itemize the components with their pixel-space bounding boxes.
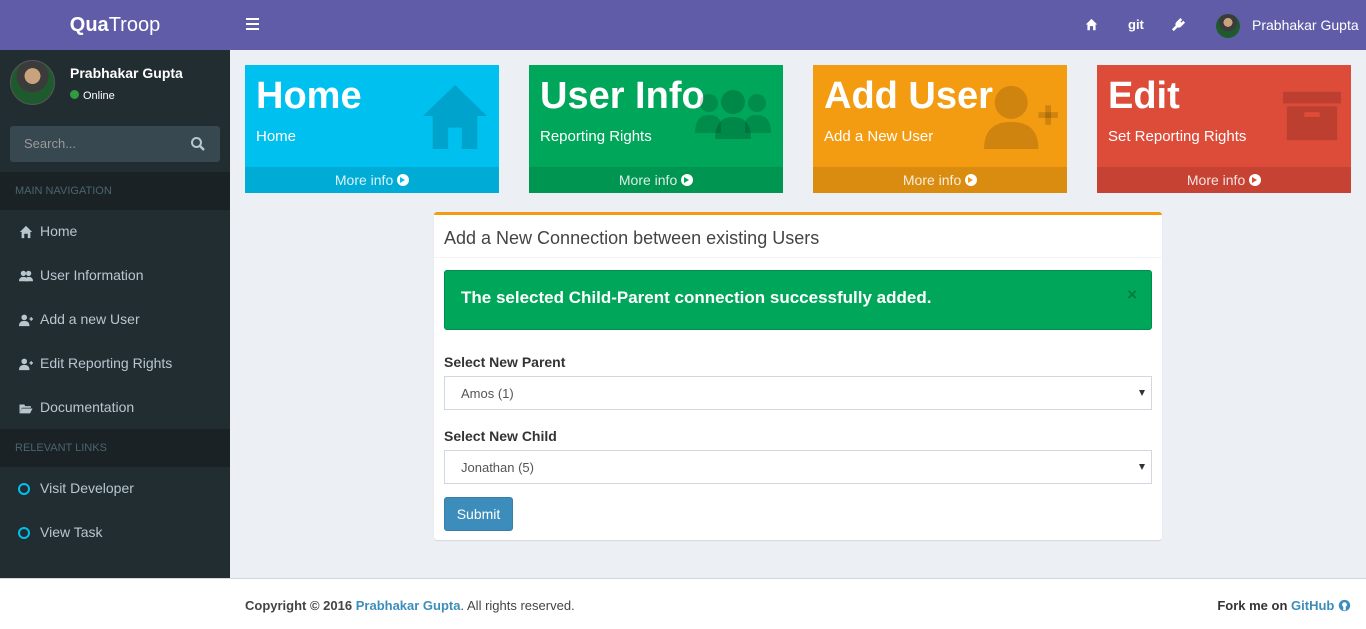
parent-select-value: Amos (1) [461,386,514,401]
user-name: Prabhakar Gupta [70,65,183,81]
search-icon[interactable] [190,136,206,152]
relevant-links-header: RELEVANT LINKS [0,429,230,467]
panel-title: Add a New Connection between existing Us… [444,228,820,248]
arrow-circle-right-icon [965,174,978,186]
info-box-edit: Edit Set Reporting Rights More info [1097,65,1351,193]
top-user-name[interactable]: Prabhakar Gupta [1252,17,1359,33]
brand-logo[interactable]: QuaTroop [0,0,230,50]
sidebar-toggle-icon[interactable] [246,18,259,30]
author-link[interactable]: Prabhakar Gupta [356,598,461,613]
fork-me: Fork me on GitHub [1217,598,1351,613]
arrow-circle-right-icon [681,174,694,186]
info-box-subtitle: Set Reporting Rights [1108,128,1247,145]
more-info-link[interactable]: More info [813,167,1067,193]
user-plus-icon [19,358,33,371]
archive-icon [1283,91,1341,141]
sidebar-item-home[interactable]: Home [0,209,230,253]
child-select[interactable]: Jonathan (5) [444,450,1152,484]
info-box-title: Edit [1108,75,1180,117]
success-alert: The selected Child-Parent connection suc… [444,270,1152,330]
sidebar-item-documentation[interactable]: Documentation [0,385,230,429]
child-label: Select New Child [444,428,557,444]
home-icon[interactable] [1085,18,1098,31]
circle-icon [18,483,30,496]
alert-message: The selected Child-Parent connection suc… [461,288,932,307]
avatar[interactable] [1216,14,1240,38]
close-icon[interactable]: × [1127,285,1137,305]
brand-light: Troop [108,14,161,36]
info-box-title: User Info [540,75,705,117]
sidebar-item-label: Documentation [40,399,135,415]
info-box-title: Add User [824,75,993,117]
github-icon[interactable] [1338,599,1351,612]
sidebar-item-add-user[interactable]: Add a new User [0,297,230,341]
sidebar: QuaTroop Prabhakar Gupta Online Search..… [0,0,230,578]
copyright: Copyright © 2016 Prabhakar Gupta. All ri… [245,598,575,613]
more-info-label: More info [1186,172,1246,188]
more-info-label: More info [902,172,962,188]
more-info-link[interactable]: More info [529,167,783,193]
user-status: Online [70,90,115,102]
plug-icon[interactable] [1171,17,1186,32]
github-link[interactable]: GitHub [1291,598,1334,613]
arrow-circle-right-icon [397,174,410,186]
submit-button[interactable]: Submit [444,497,513,531]
users-icon [695,90,771,139]
users-icon [19,271,33,282]
brand-bold: Qua [69,14,109,36]
home-icon [19,226,33,239]
copyright-suffix: . All rights reserved. [460,598,575,613]
user-status-label: Online [83,90,115,102]
folder-open-icon [19,404,33,414]
more-info-label: More info [618,172,678,188]
more-info-label: More info [334,172,394,188]
arrow-circle-right-icon [1249,174,1262,186]
search-box[interactable]: Search... [10,126,220,162]
status-dot-icon [70,90,79,99]
sidebar-item-user-information[interactable]: User Information [0,253,230,297]
info-box-subtitle: Home [256,128,297,145]
sidebar-item-label: Add a new User [40,311,140,327]
git-link[interactable]: git [1128,17,1144,32]
parent-label: Select New Parent [444,354,566,370]
sidebar-link-view-task[interactable]: View Task [0,510,230,554]
avatar [10,60,55,105]
info-box-add-user: Add User Add a New User More info [813,65,1067,193]
info-box-title: Home [256,75,362,117]
sidebar-link-label: View Task [40,524,103,540]
sidebar-item-edit-reporting-rights[interactable]: Edit Reporting Rights [0,341,230,385]
info-box-home: Home Home More info [245,65,499,193]
info-box-user-info: User Info Reporting Rights More info [529,65,783,193]
chevron-down-icon [1139,390,1145,396]
search-input[interactable]: Search... [24,136,76,151]
user-plus-icon [984,85,1058,150]
info-box-subtitle: Add a New User [824,128,934,145]
sidebar-link-label: Visit Developer [40,480,134,496]
fork-prefix: Fork me on [1217,598,1288,613]
sidebar-link-visit-developer[interactable]: Visit Developer [0,466,230,510]
info-box-subtitle: Reporting Rights [540,128,652,145]
divider [434,257,1162,258]
connection-form-panel: Add a New Connection between existing Us… [434,212,1162,540]
main-nav-header: MAIN NAVIGATION [0,172,230,210]
sidebar-item-label: User Information [40,267,144,283]
parent-select[interactable]: Amos (1) [444,376,1152,410]
copyright-prefix: Copyright © 2016 [245,598,353,613]
sidebar-item-label: Home [40,223,78,239]
user-plus-icon [19,314,33,327]
circle-icon [18,527,30,540]
chevron-down-icon [1139,464,1145,470]
sidebar-item-label: Edit Reporting Rights [40,355,173,371]
more-info-link[interactable]: More info [245,167,499,193]
child-select-value: Jonathan (5) [461,460,534,475]
page-footer: Copyright © 2016 Prabhakar Gupta. All ri… [0,578,1366,629]
user-panel: Prabhakar Gupta Online [0,50,230,116]
more-info-link[interactable]: More info [1097,167,1351,193]
home-icon [422,84,488,150]
top-navbar: git Prabhakar Gupta [230,0,1366,50]
